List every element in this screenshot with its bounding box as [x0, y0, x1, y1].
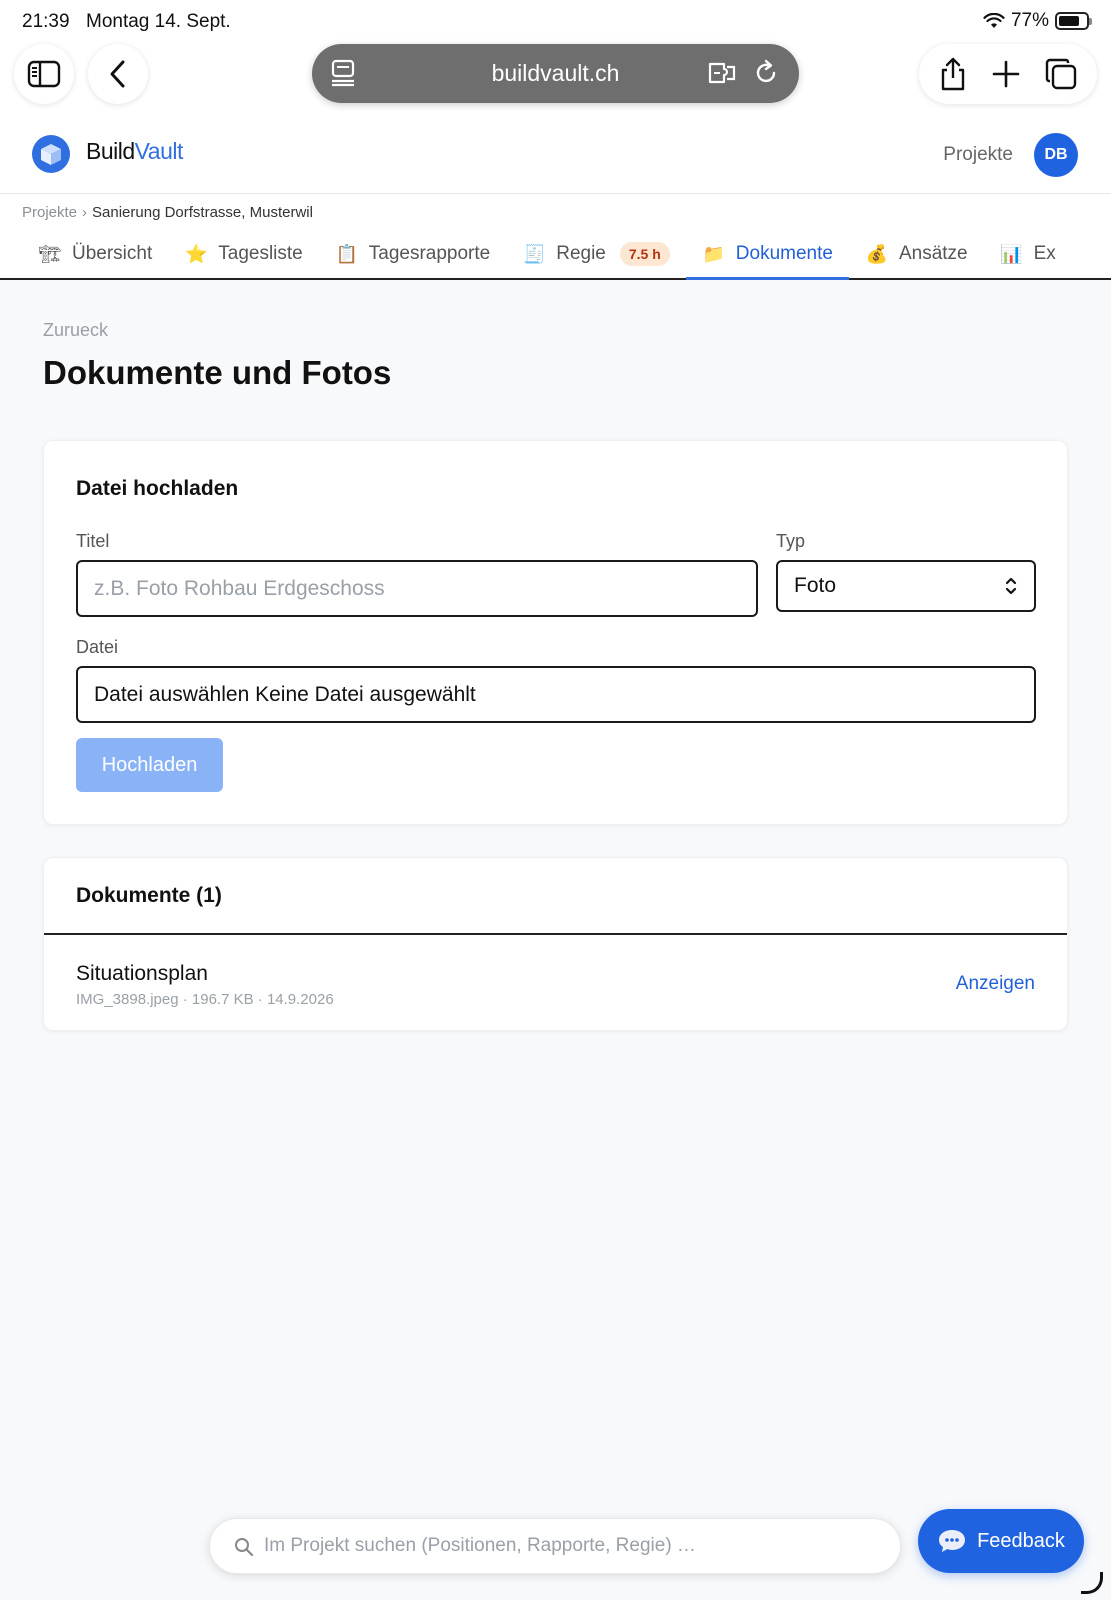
feedback-button[interactable]: Feedback — [918, 1509, 1084, 1573]
nav-projects-link[interactable]: Projekte — [943, 144, 1013, 166]
money-bag-icon: 💰 — [865, 243, 889, 264]
tab-tagesrapporte[interactable]: 📋 Tagesrapporte — [319, 230, 506, 278]
sidebar-icon — [27, 60, 61, 88]
file-input[interactable]: Datei auswählen Keine Datei ausgewählt — [76, 666, 1036, 723]
chat-bubble-icon — [939, 1530, 966, 1552]
crane-icon: 🏗 — [38, 243, 62, 264]
resize-corner-icon — [1081, 1572, 1103, 1594]
type-select[interactable]: Foto — [776, 560, 1036, 612]
tab-ansaetze[interactable]: 💰 Ansätze — [849, 230, 984, 278]
documents-heading: Dokumente (1) — [76, 884, 222, 907]
type-select-value: Foto — [794, 574, 837, 597]
tab-label: Dokumente — [735, 243, 833, 264]
page-title: Dokumente und Fotos — [43, 354, 392, 391]
breadcrumb-current: Sanierung Dorfstrasse, Musterwil — [92, 204, 313, 221]
upload-heading: Datei hochladen — [76, 477, 239, 500]
app-header: BuildVault Projekte DB — [0, 122, 1111, 194]
documents-header: Dokumente (1) — [44, 858, 1067, 935]
tab-export[interactable]: 📊 Ex — [984, 230, 1072, 278]
feedback-label: Feedback — [977, 1529, 1065, 1552]
brand-name[interactable]: BuildVault — [86, 138, 183, 165]
reload-icon[interactable] — [753, 59, 779, 87]
chevron-up-down-icon — [1005, 577, 1017, 595]
status-indicators: 77% — [983, 10, 1092, 32]
document-meta: IMG_3898.jpeg · 196.7 KB · 14.9.2026 — [76, 991, 334, 1008]
view-document-link[interactable]: Anzeigen — [956, 973, 1035, 995]
battery-icon — [1055, 12, 1092, 30]
clipboard-icon: 📋 — [335, 243, 358, 264]
breadcrumb-separator: › — [82, 204, 88, 221]
upload-card: Datei hochladen Titel Typ Foto Datei Dat… — [43, 440, 1068, 825]
tabs-overview-icon[interactable] — [1044, 57, 1078, 91]
extension-icon[interactable] — [707, 59, 737, 87]
title-label: Titel — [76, 531, 110, 551]
tab-label: Ex — [1033, 243, 1056, 264]
document-name: Situationsplan — [76, 962, 208, 985]
upload-button[interactable]: Hochladen — [76, 738, 223, 792]
folder-icon: 📁 — [702, 243, 725, 264]
regie-hours-badge: 7.5 h — [619, 242, 670, 266]
user-avatar[interactable]: DB — [1034, 133, 1078, 177]
back-link[interactable]: Zurueck — [43, 320, 108, 341]
chevron-left-icon — [110, 60, 125, 88]
project-tabs: 🏗 Übersicht ⭐ Tagesliste 📋 Tagesrapporte… — [22, 230, 1072, 280]
wifi-icon — [983, 13, 1005, 28]
tab-regie[interactable]: 🧾 Regie 7.5 h — [506, 230, 686, 278]
file-label: Datei — [76, 637, 119, 657]
buildvault-logo-icon[interactable] — [32, 135, 70, 173]
brand-part-vault: Vault — [134, 138, 184, 164]
battery-percent: 77% — [1010, 10, 1049, 31]
tab-label: Tagesrapporte — [368, 243, 491, 264]
file-input-text: Datei auswählen Keine Datei ausgewählt — [94, 682, 476, 706]
sidebar-toggle-button[interactable] — [14, 44, 74, 104]
brand-part-build: Build — [86, 138, 135, 164]
tab-dokumente[interactable]: 📁 Dokumente — [685, 230, 850, 280]
chart-icon: 📊 — [1000, 243, 1023, 264]
tab-label: Übersicht — [72, 243, 153, 264]
browser-actions — [919, 44, 1097, 104]
breadcrumb: Projekte › Sanierung Dorfstrasse, Musterwi… — [22, 204, 313, 221]
project-subheader: Projekte › Sanierung Dorfstrasse, Musterwi… — [0, 194, 1111, 280]
star-icon: ⭐ — [185, 243, 208, 264]
back-button[interactable] — [88, 44, 148, 104]
documents-card: Dokumente (1) Situationsplan IMG_3898.jp… — [43, 857, 1068, 1031]
tab-label: Tagesliste — [218, 243, 303, 264]
share-icon[interactable] — [938, 56, 968, 92]
tab-tagesliste[interactable]: ⭐ Tagesliste — [168, 230, 319, 278]
search-placeholder: Im Projekt suchen (Positionen, Rapporte,… — [264, 1535, 696, 1556]
project-search-bar[interactable]: Im Projekt suchen (Positionen, Rapporte,… — [209, 1518, 901, 1574]
tab-label: Regie — [556, 243, 606, 264]
type-label: Typ — [776, 531, 806, 551]
address-bar[interactable]: buildvault.ch — [312, 44, 799, 103]
new-tab-icon[interactable] — [991, 59, 1021, 89]
tab-label: Ansätze — [898, 243, 968, 264]
receipt-icon: 🧾 — [523, 243, 546, 264]
status-date: Montag 14. Sept. — [86, 11, 231, 32]
title-input[interactable] — [76, 560, 758, 617]
status-bar: 21:39 Montag 14. Sept. 77% — [0, 0, 1111, 44]
browser-toolbar: buildvault.ch — [0, 44, 1111, 122]
breadcrumb-projects-link[interactable]: Projekte — [22, 204, 77, 221]
search-icon — [235, 1538, 254, 1557]
status-time: 21:39 — [22, 11, 70, 32]
tab-uebersicht[interactable]: 🏗 Übersicht — [22, 230, 168, 278]
